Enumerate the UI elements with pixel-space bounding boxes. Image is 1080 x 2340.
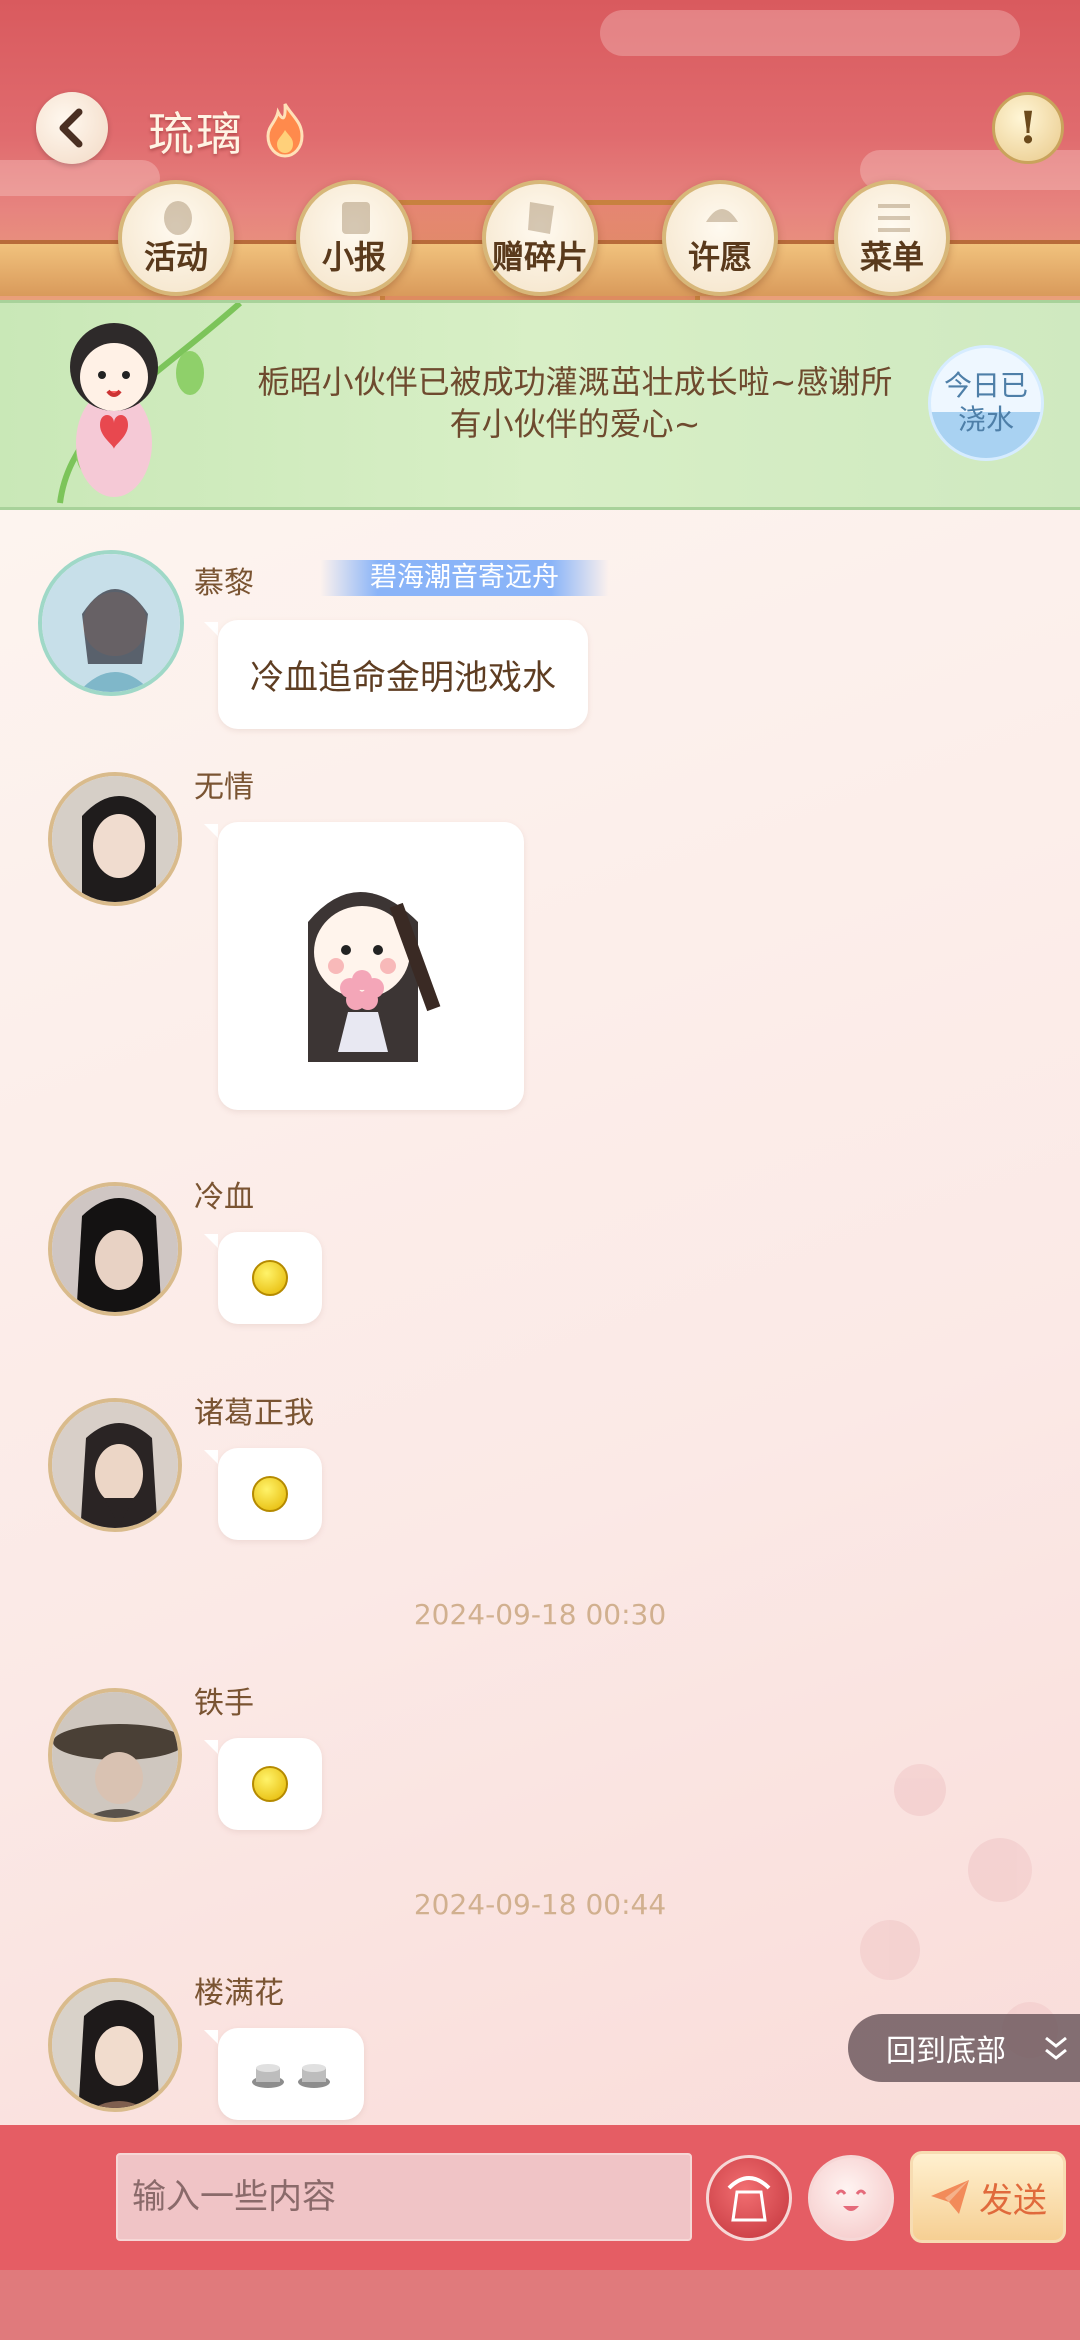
emoji-bubble[interactable] [218,1448,322,1540]
bubble-tail [204,622,218,636]
cake-icon [298,2064,330,2088]
sender-name: 慕黎 [194,566,254,601]
bubble-tail [204,824,218,838]
message-input[interactable] [116,2153,692,2241]
title-tag: 碧海潮音寄远舟 [320,560,609,596]
watering-banner[interactable]: 栀昭小伙伴已被成功灌溉茁壮成长啦~感谢所有小伙伴的爱心~ 今日已浇水 [0,300,1080,510]
avatar[interactable] [48,1978,182,2112]
cloud-decoration [0,160,160,196]
bubble-tail [204,1234,218,1248]
message-text: 冷血追命金明池戏水 [250,658,556,698]
avatar[interactable] [38,550,184,696]
sender-name: 冷血 [194,1180,254,1215]
banner-message: 栀昭小伙伴已被成功灌溉茁壮成长啦~感谢所有小伙伴的爱心~ [257,363,893,443]
emoji-icon [252,1766,288,1802]
sender-name: 楼满花 [194,1976,284,2011]
mascot-character-image [57,303,242,504]
avatar[interactable] [48,1182,182,1316]
sticker-image [308,892,441,1062]
paper-plane-icon [931,2180,969,2214]
avatar[interactable] [48,1688,182,1822]
avatar-image [52,1692,178,1818]
cake-icon [252,2064,284,2088]
sender-name: 铁手 [194,1686,254,1721]
bubble-tail [204,1450,218,1464]
avatar-image [42,554,180,692]
nav-wish-button[interactable]: 许愿 [662,180,778,296]
gift-bag-button[interactable] [706,2155,792,2241]
send-label: 发送 [979,2180,1047,2221]
nav-menu-button[interactable]: 菜单 [834,180,950,296]
nav-activity-button[interactable]: 活动 [118,180,234,296]
double-chevron-down-icon [1045,2036,1067,2060]
back-arrow-icon [59,108,83,148]
watered-today-badge[interactable]: 今日已浇水 [928,345,1044,461]
bubble-tail [204,1740,218,1754]
top-header: 琉璃 ! 活动 小报 赠碎片 许愿 菜单 [0,0,1080,300]
timestamp: 2024-09-18 00:44 [413,1888,667,1921]
emoji-icon [252,1476,288,1512]
message-bubble[interactable]: 冷血追命金明池戏水 [218,620,588,729]
message-input-bar: 发送 [0,2125,1080,2270]
emoji-icon [252,1260,288,1296]
smiley-face-icon [835,2189,867,2211]
cloud-decoration [600,10,1020,56]
emoji-bubble[interactable] [218,2028,364,2120]
sender-name: 无情 [194,770,254,805]
avatar-image [52,1982,178,2108]
avatar[interactable] [48,772,182,906]
chat-message-list[interactable]: 慕黎 碧海潮音寄远舟 冷血追命金明池戏水 无情 冷血 诸葛正我 2024-09-… [0,510,1080,2125]
nav-news-button[interactable]: 小报 [296,180,412,296]
system-navigation-bar [0,2270,1080,2340]
alert-button[interactable]: ! [992,92,1064,164]
scroll-to-bottom-label: 回到底部 [886,2034,1006,2069]
sticker-bubble[interactable] [218,822,524,1110]
nav-gift-fragment-button[interactable]: 赠碎片 [482,180,598,296]
scroll-to-bottom-button[interactable]: 回到底部 [848,2014,1080,2082]
gift-bag-icon [727,2176,771,2222]
emoji-bubble[interactable] [218,1232,322,1324]
exclamation-icon: ! [1018,102,1038,154]
bubble-tail [204,2030,218,2044]
avatar-image [52,776,178,902]
fire-icon [266,103,304,158]
emoji-bubble[interactable] [218,1738,322,1830]
send-button[interactable]: 发送 [910,2151,1066,2243]
page-title: 琉璃 [148,107,244,161]
avatar[interactable] [48,1398,182,1532]
sender-name: 诸葛正我 [194,1396,314,1431]
emoji-picker-button[interactable] [808,2155,894,2241]
timestamp: 2024-09-18 00:30 [413,1598,667,1631]
back-button[interactable] [36,92,108,164]
avatar-image [52,1402,178,1528]
avatar-image [52,1186,178,1312]
